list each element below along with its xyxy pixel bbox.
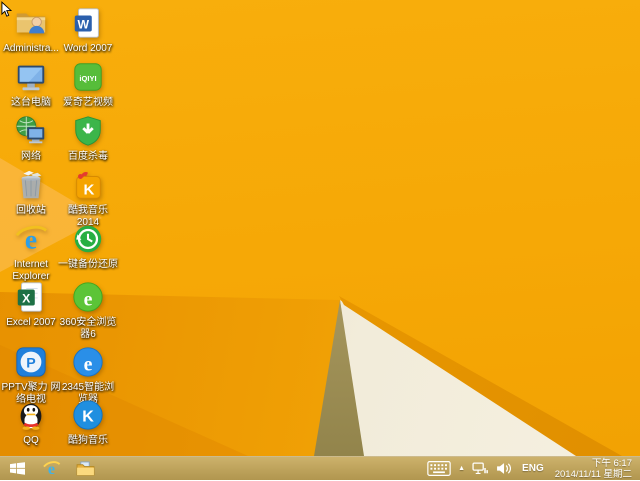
desktop-icon-label: 爱奇艺视频: [63, 97, 113, 108]
desktop-wallpaper: Administra... W Word 2007 这台电脑 iQIYI 爱奇艺视频 网络百…: [0, 0, 640, 456]
start-button[interactable]: [0, 457, 34, 481]
one-key-backup-restore-icon: [71, 222, 105, 256]
kugou-music-icon: K: [71, 398, 105, 432]
svg-text:W: W: [77, 18, 89, 32]
show-hidden-icons-button[interactable]: ▲: [455, 457, 468, 481]
excel-2007-icon: X: [14, 280, 48, 314]
desktop-icon-label: 酷狗音乐: [68, 435, 108, 446]
network-icon: [472, 462, 488, 475]
qq-icon: [14, 398, 48, 432]
desktop-icon-baidu-antivirus[interactable]: 百度杀毒: [50, 114, 126, 163]
iqiyi-video-icon: iQIYI: [71, 60, 105, 94]
word-2007-icon: W: [71, 6, 105, 40]
system-tray: ▲ ENG 下午 6:17 2014/11/11 星期二: [423, 457, 640, 481]
svg-text:e: e: [84, 289, 93, 311]
clock-time: 下午 6:17: [591, 457, 632, 469]
mouse-cursor-icon: [1, 1, 13, 23]
volume-button[interactable]: [492, 457, 515, 481]
windows-logo-icon: [9, 462, 25, 475]
360-safe-browser-6-icon: e: [71, 280, 105, 314]
desktop-icon-kugou-music[interactable]: K 酷狗音乐: [50, 398, 126, 447]
taskbar-internet-explorer-button[interactable]: e: [34, 457, 68, 481]
desktop-icon-2345-smart-browser[interactable]: e 2345智能浏 览器: [50, 345, 126, 406]
desktop-icon-label: Word 2007: [63, 43, 113, 54]
taskbar-file-explorer-button[interactable]: [68, 457, 102, 481]
language-indicator[interactable]: ENG: [515, 457, 551, 481]
svg-text:K: K: [82, 408, 94, 426]
taskbar: e ▲ ENG 下午 6:17 2014/11/11 星期二: [0, 456, 640, 480]
svg-text:P: P: [26, 356, 35, 372]
taskbar-clock[interactable]: 下午 6:17 2014/11/11 星期二: [551, 457, 640, 481]
administrator-icon: [14, 6, 48, 40]
keyboard-icon: [427, 461, 451, 476]
baidu-antivirus-icon: [71, 114, 105, 148]
svg-text:K: K: [83, 181, 94, 198]
2345-smart-browser-icon: e: [71, 345, 105, 379]
desktop-icon-iqiyi-video[interactable]: iQIYI 爱奇艺视频: [50, 60, 126, 109]
network-icon: [14, 114, 48, 148]
desktop-icon-360-safe-browser-6[interactable]: e 360安全浏览 器6: [50, 280, 126, 341]
kuwo-music-2014-icon: K: [71, 168, 105, 202]
speaker-icon: [496, 462, 512, 475]
svg-text:iQIYI: iQIYI: [79, 74, 96, 83]
desktop-icon-label: 百度杀毒: [68, 151, 108, 162]
svg-text:X: X: [22, 292, 31, 306]
svg-text:e: e: [84, 354, 93, 376]
desktop-icon-one-key-backup-restore[interactable]: 一键备份还原: [50, 222, 126, 271]
desktop-icon-label: 一键备份还原: [58, 259, 118, 270]
touch-keyboard-button[interactable]: [423, 457, 455, 481]
network-status-button[interactable]: [468, 457, 492, 481]
clock-date: 2014/11/11 星期二: [554, 468, 632, 480]
file-explorer-icon: [76, 461, 95, 476]
desktop-icon-label: 360安全浏览 器6: [59, 317, 117, 340]
chevron-up-icon: ▲: [458, 465, 466, 472]
desktop-icon-word-2007[interactable]: W Word 2007: [50, 6, 126, 55]
internet-explorer-icon: e: [14, 222, 48, 256]
desktop-icon-kuwo-music-2014[interactable]: K 酷我音乐 2014: [50, 168, 126, 229]
internet-explorer-icon: e: [42, 459, 61, 478]
this-pc-icon: [14, 60, 48, 94]
pptv-network-tv-icon: P: [14, 345, 48, 379]
recycle-bin-icon: [14, 168, 48, 202]
